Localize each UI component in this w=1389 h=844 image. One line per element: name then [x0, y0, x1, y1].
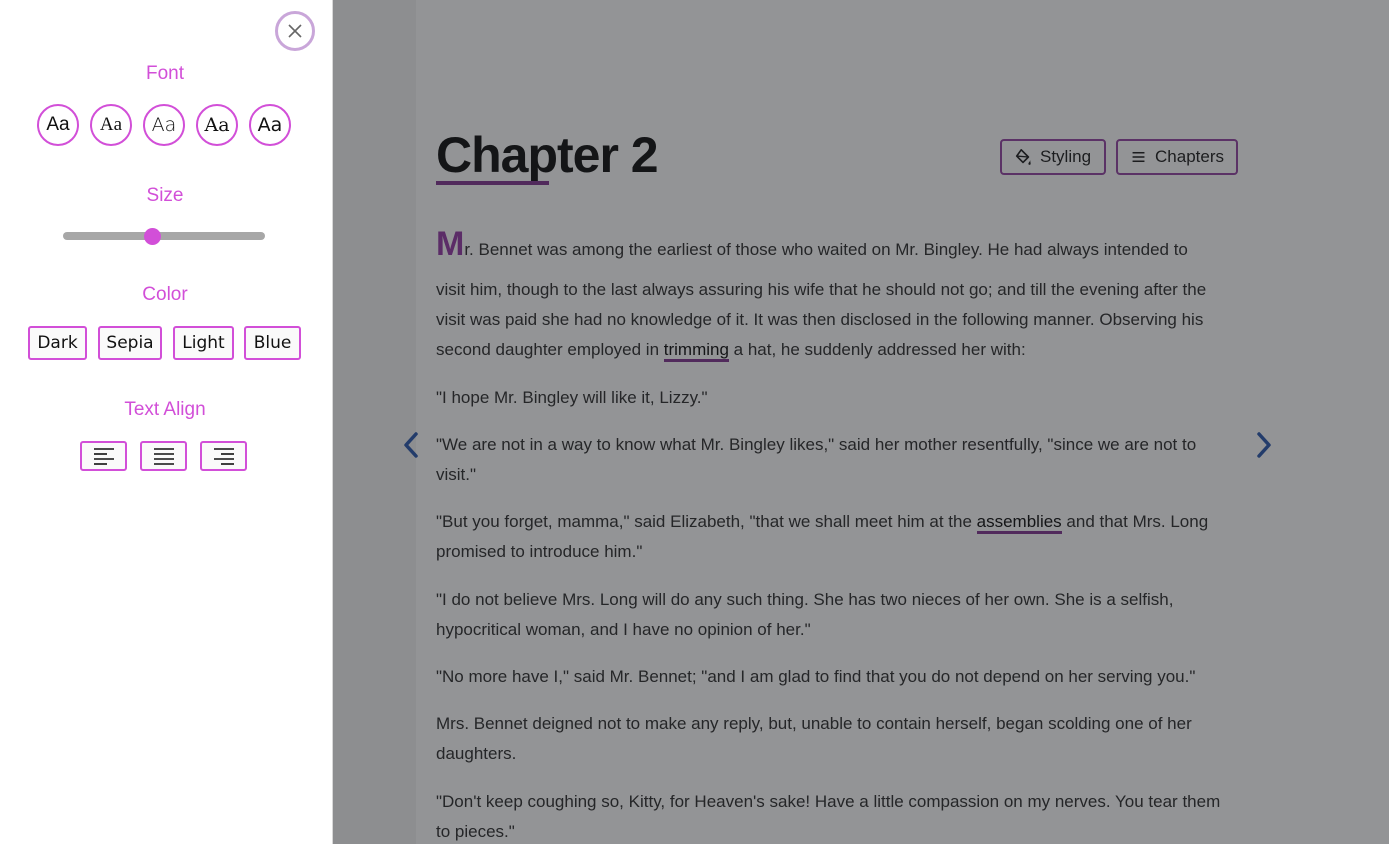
- font-section-label: Font: [145, 63, 185, 84]
- align-justify-button[interactable]: [140, 441, 187, 471]
- font-option-sans[interactable]: Aa: [37, 104, 79, 146]
- align-right-icon: [213, 448, 234, 465]
- align-right-button[interactable]: [200, 441, 247, 471]
- align-justify-icon: [153, 448, 174, 465]
- font-option-bookish-serif[interactable]: Aa: [196, 104, 238, 146]
- size-section-label: Size: [146, 185, 184, 206]
- color-option-blue[interactable]: Blue: [244, 326, 301, 360]
- size-slider-track[interactable]: [63, 232, 265, 240]
- font-option-rounded-sans[interactable]: Aa: [249, 104, 291, 146]
- styling-panel: Font Aa Aa Aa Aa Aa Size Color Dark Sepi…: [0, 0, 333, 844]
- color-option-dark[interactable]: Dark: [28, 326, 87, 360]
- color-option-light[interactable]: Light: [173, 326, 234, 360]
- text-align-section-label: Text Align: [124, 399, 206, 420]
- font-option-light-sans[interactable]: Aa: [143, 104, 185, 146]
- font-option-serif[interactable]: Aa: [90, 104, 132, 146]
- color-section-label: Color: [142, 284, 188, 305]
- align-left-icon: [93, 448, 114, 465]
- modal-backdrop[interactable]: [333, 0, 1389, 844]
- size-slider-thumb[interactable]: [144, 228, 162, 245]
- align-left-button[interactable]: [80, 441, 127, 471]
- close-panel-button[interactable]: [275, 11, 315, 51]
- close-icon: [288, 24, 302, 38]
- color-option-sepia[interactable]: Sepia: [98, 326, 162, 360]
